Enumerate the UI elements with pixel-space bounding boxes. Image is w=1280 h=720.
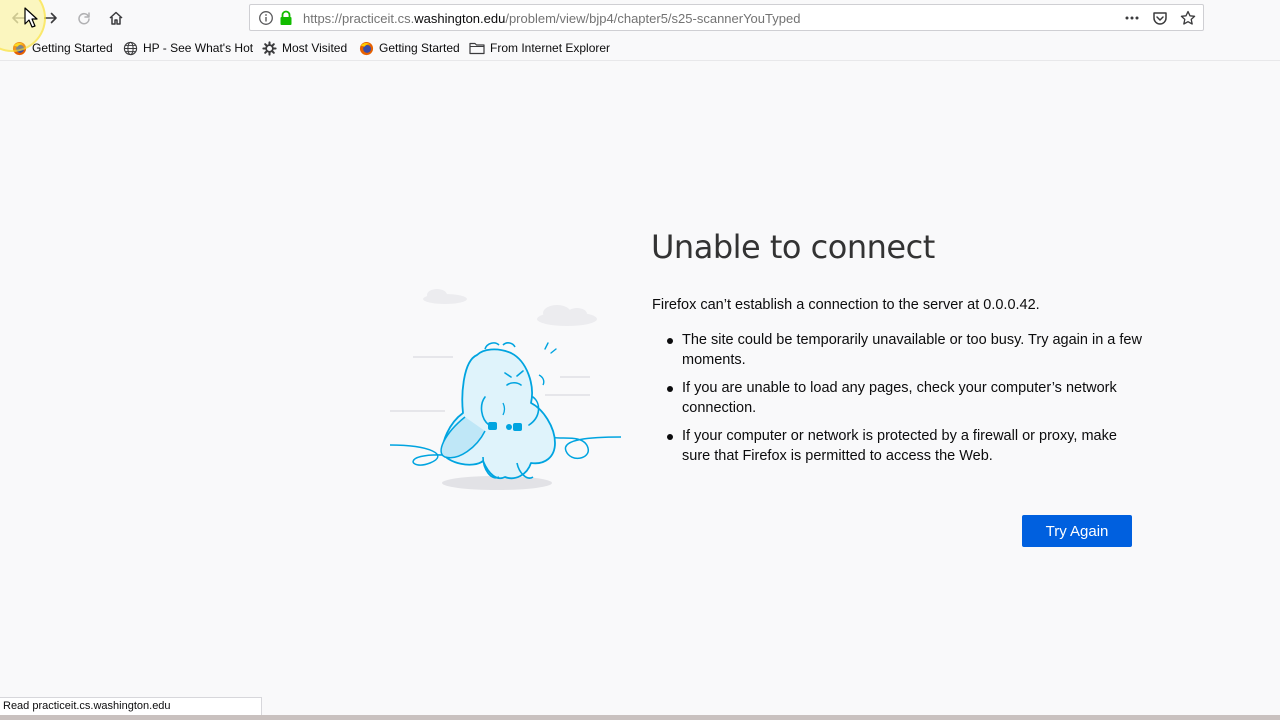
forward-button[interactable] [38, 5, 64, 31]
url-host: washington.edu [414, 11, 506, 26]
bookmark-label: From Internet Explorer [490, 41, 611, 55]
bookmark-getting-started[interactable]: Getting Started [11, 39, 113, 57]
globe-icon [122, 40, 138, 56]
pocket-icon[interactable] [1151, 9, 1169, 27]
bookmark-from-internet-explorer[interactable]: From Internet Explorer [469, 39, 610, 57]
taskbar-edge [0, 715, 1280, 720]
error-tips-list: The site could be temporarily unavailabl… [652, 330, 1142, 474]
back-arrow-icon [12, 12, 25, 24]
url-text[interactable]: https://practiceit.cs.washington.edu/pro… [303, 11, 800, 26]
bookmark-label: Getting Started [32, 41, 113, 55]
site-info-icon[interactable] [258, 10, 274, 31]
bookmark-hp-see-whats-hot[interactable]: HP - See What's Hot [122, 39, 253, 57]
url-prefix: https://practiceit.cs. [303, 11, 415, 26]
error-title: Unable to connect [651, 228, 935, 266]
page-actions-icon[interactable] [1123, 9, 1141, 27]
address-bar[interactable]: https://practiceit.cs.washington.edu/pro… [249, 4, 1204, 31]
home-button[interactable] [103, 5, 129, 31]
reload-icon [78, 12, 90, 25]
error-tip: The site could be temporarily unavailabl… [652, 330, 1142, 370]
forward-arrow-icon [44, 12, 57, 24]
browser-toolbar: https://practiceit.cs.washington.edu/pro… [0, 0, 1280, 36]
error-tip: If you are unable to load any pages, che… [652, 378, 1142, 418]
try-again-button[interactable]: Try Again [1022, 515, 1132, 547]
url-path: /problem/view/bjp4/chapter5/s25-scannerY… [505, 11, 801, 26]
error-description: Firefox can’t establish a connection to … [652, 297, 1040, 313]
bookmark-label: Getting Started [379, 41, 460, 55]
home-icon [109, 11, 123, 25]
status-panel: Read practiceit.cs.washington.edu [0, 697, 262, 715]
gear-icon [261, 40, 277, 56]
firefox-icon [11, 40, 27, 56]
bookmarks-toolbar: Getting Started HP - See What's Hot Most… [0, 36, 1280, 61]
bookmark-most-visited[interactable]: Most Visited [261, 39, 347, 57]
folder-icon [469, 40, 485, 56]
lock-icon[interactable] [279, 10, 293, 31]
bookmark-star-icon[interactable] [1179, 9, 1197, 27]
bookmark-label: HP - See What's Hot [143, 41, 254, 55]
reload-button[interactable] [71, 5, 97, 31]
firefox-icon [358, 40, 374, 56]
bookmark-label: Most Visited [282, 41, 348, 55]
error-tip: If your computer or network is protected… [652, 426, 1142, 466]
unable-to-connect-illustration [385, 285, 625, 500]
bookmark-getting-started-2[interactable]: Getting Started [358, 39, 460, 57]
back-button[interactable] [5, 5, 31, 31]
